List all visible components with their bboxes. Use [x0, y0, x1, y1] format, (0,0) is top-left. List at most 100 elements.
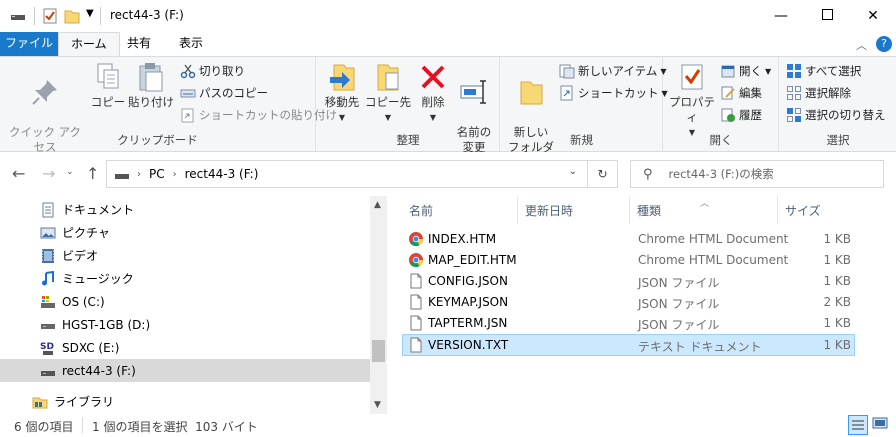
invert-selection-button[interactable]: 選択の切り替え: [786, 107, 886, 123]
file-type: Chrome HTML Document: [638, 232, 789, 246]
maximize-button[interactable]: [804, 0, 850, 32]
os-drive-icon: [40, 294, 56, 310]
minimize-button[interactable]: —: [758, 0, 804, 32]
file-row[interactable]: KEYMAP.JSON JSON ファイル 2 KB: [402, 292, 855, 313]
select-all-button[interactable]: すべて選択: [786, 63, 861, 79]
nav-item-music[interactable]: ミュージック: [0, 267, 370, 290]
column-size[interactable]: サイズ: [778, 196, 858, 224]
nav-item-libraries[interactable]: ライブラリ: [0, 390, 370, 413]
copy-to-icon: [372, 61, 404, 93]
column-date[interactable]: 更新日時: [518, 196, 630, 224]
cut-button[interactable]: 切り取り: [180, 63, 245, 79]
file-type: Chrome HTML Document: [638, 253, 789, 267]
properties-label: プロパティ: [669, 95, 715, 124]
drive-app-icon: [10, 10, 26, 22]
navigation-pane: ドキュメント ピクチャ ビデオ ミュージック OS (C:) HGST-1GB …: [0, 196, 388, 414]
nav-item-pictures[interactable]: ピクチャ: [0, 221, 370, 244]
nav-label: OS (C:): [62, 294, 105, 309]
file-row[interactable]: INDEX.HTM Chrome HTML Document 1 KB: [402, 229, 855, 250]
back-arrow-icon[interactable]: ←: [12, 164, 25, 183]
copy-button[interactable]: コピー: [88, 61, 128, 110]
window-title: rect44-3 (F:): [110, 8, 184, 22]
selection-info: 1 個の項目を選択 103 バイト: [92, 420, 258, 434]
nav-item-hgst-drive[interactable]: HGST-1GB (D:): [0, 313, 370, 336]
nav-item-os-drive[interactable]: OS (C:): [0, 290, 370, 313]
forward-arrow-icon[interactable]: →: [42, 164, 55, 183]
new-folder-quick-icon[interactable]: [64, 8, 80, 24]
paste-button[interactable]: 貼り付け: [128, 61, 174, 110]
tab-file[interactable]: ファイル: [0, 32, 58, 56]
history-button[interactable]: 履歴: [720, 107, 762, 123]
customize-quick-access-icon[interactable]: ▼: [86, 8, 94, 19]
file-row[interactable]: TAPTERM.JSN JSON ファイル 1 KB: [402, 313, 855, 334]
address-dropdown-icon[interactable]: ⌄: [569, 166, 577, 177]
search-box[interactable]: ⚲ rect44-3 (F:)の検索: [630, 160, 884, 188]
file-row[interactable]: MAP_EDIT.HTM Chrome HTML Document 1 KB: [402, 250, 855, 271]
scroll-down-icon[interactable]: ▼: [374, 400, 381, 410]
music-icon: [40, 270, 56, 287]
address-field[interactable]: › PC › rect44-3 (F:) ⌄ ↻: [106, 160, 618, 188]
crumb-separator-icon: ›: [137, 168, 141, 180]
crumb-separator-icon: ›: [172, 168, 177, 180]
rename-icon: [458, 76, 490, 108]
search-placeholder: rect44-3 (F:)の検索: [668, 167, 774, 181]
nav-item-sdxc[interactable]: SD SDXC (E:): [0, 336, 370, 359]
file-size: 1 KB: [823, 274, 851, 288]
nav-item-documents[interactable]: ドキュメント: [0, 198, 370, 221]
file-name: KEYMAP.JSON: [428, 295, 509, 309]
select-all-icon: [786, 63, 802, 79]
copy-path-button[interactable]: パスのコピー: [180, 85, 268, 101]
clipboard-group: クイック アクセス にピン留めする コピー 貼り付け 切り取り パスのコピー シ…: [0, 57, 337, 184]
refresh-icon[interactable]: ↻: [587, 161, 617, 187]
paste-shortcut-button[interactable]: ショートカットの貼り付け: [180, 107, 337, 123]
nav-scrollbar[interactable]: ▲ ▼: [370, 196, 387, 414]
organize-group: 移動先 ▼ コピー先 ▼ 削除 ▼ 名前の 変更 整理: [317, 57, 500, 154]
ribbon-tabs: ファイル ホーム 共有 表示 ︿ ?: [0, 32, 896, 56]
file-row[interactable]: CONFIG.JSON JSON ファイル 1 KB: [402, 271, 855, 292]
help-icon[interactable]: ?: [876, 36, 892, 52]
properties-button[interactable]: プロパティ ▼: [666, 61, 718, 140]
up-arrow-icon[interactable]: ↑: [86, 164, 99, 183]
nav-label: ライブラリ: [54, 395, 115, 409]
file-type: JSON ファイル: [638, 318, 720, 332]
column-type[interactable]: 種類: [630, 196, 778, 224]
scroll-up-icon[interactable]: ▲: [374, 200, 381, 210]
move-to-button[interactable]: 移動先 ▼: [319, 61, 365, 125]
column-name[interactable]: 名前: [402, 196, 518, 224]
easy-access-button[interactable]: ショートカット ▼: [559, 85, 668, 101]
select-none-icon: [786, 85, 802, 101]
svg-text:SD: SD: [40, 342, 54, 352]
tab-home[interactable]: ホーム: [58, 32, 120, 56]
move-to-label: 移動先: [324, 95, 360, 109]
breadcrumb-pc[interactable]: PC: [149, 167, 165, 181]
file-type: テキスト ドキュメント: [638, 340, 762, 354]
details-view-button[interactable]: [848, 415, 868, 435]
large-icons-view-button[interactable]: [872, 417, 890, 433]
select-none-button[interactable]: 選択解除: [786, 85, 851, 101]
properties-quick-icon[interactable]: [42, 8, 58, 24]
chrome-icon: [408, 252, 424, 271]
nav-item-videos[interactable]: ビデオ: [0, 244, 370, 267]
file-name: MAP_EDIT.HTM: [428, 253, 517, 267]
select-all-label: すべて選択: [805, 64, 862, 78]
scrollbar-thumb[interactable]: [372, 340, 385, 362]
tab-share[interactable]: 共有: [115, 32, 163, 56]
delete-button[interactable]: 削除 ▼: [415, 61, 451, 125]
copy-label: コピー: [90, 95, 126, 109]
videos-icon: [40, 248, 56, 264]
recent-locations-icon[interactable]: ⌄: [66, 167, 74, 177]
file-icon: [408, 315, 424, 334]
close-button[interactable]: ✕: [850, 0, 896, 32]
tab-view[interactable]: 表示: [167, 32, 215, 56]
edit-button[interactable]: 編集: [720, 85, 762, 101]
nav-item-rect44-3[interactable]: rect44-3 (F:): [0, 359, 370, 382]
delete-icon: [417, 61, 449, 93]
file-size: 2 KB: [823, 295, 851, 309]
collapse-ribbon-icon[interactable]: ︿: [856, 37, 867, 53]
copy-to-button[interactable]: コピー先 ▼: [365, 61, 411, 125]
details-view-icon: [851, 419, 865, 434]
breadcrumb-drive[interactable]: rect44-3 (F:): [185, 167, 259, 181]
open-button[interactable]: 開く ▼: [720, 63, 771, 79]
file-row-selected[interactable]: VERSION.TXT テキスト ドキュメント 1 KB: [402, 334, 855, 356]
new-item-button[interactable]: 新しいアイテム ▼: [559, 63, 667, 79]
